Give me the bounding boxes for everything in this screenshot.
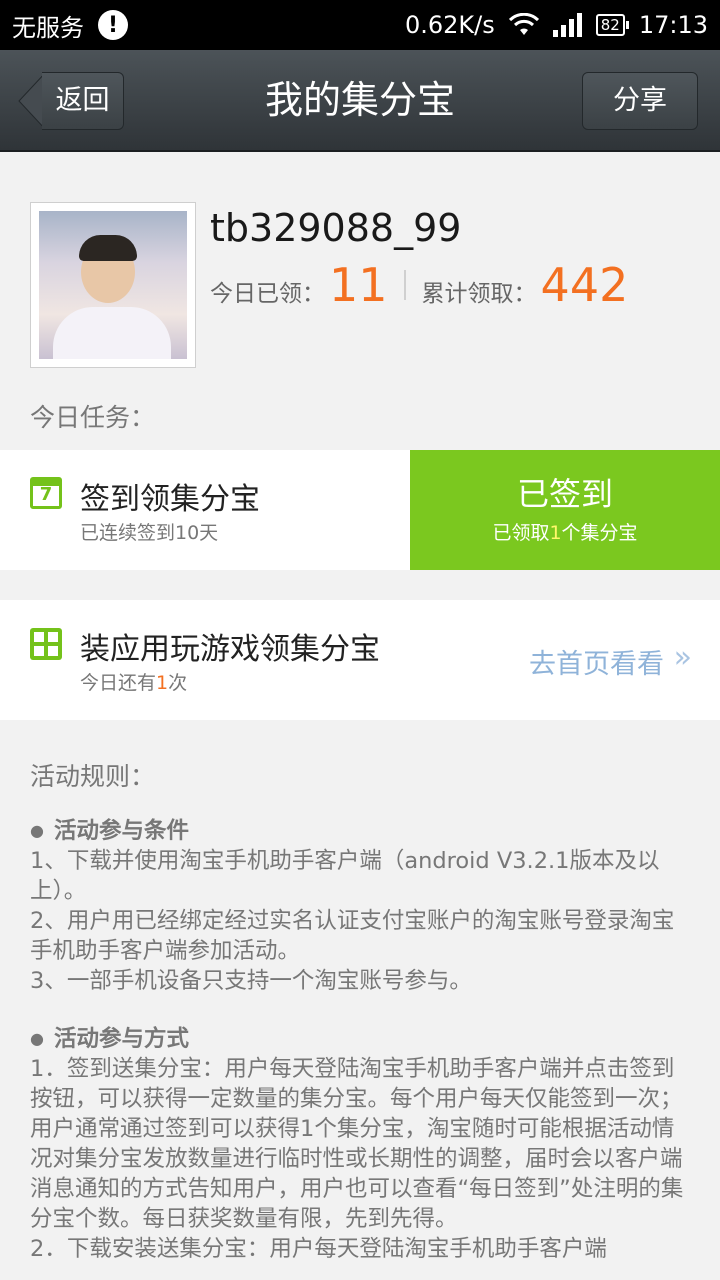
reward-count: 1 <box>549 522 562 544</box>
rules-title: 活动规则： <box>30 762 156 791</box>
signin-task-card: 7 签到领集分宝 已连续签到10天 已签到 已领取1个集分宝 <box>0 450 720 570</box>
apps-task-title: 装应用玩游戏领集分宝 <box>80 632 380 667</box>
share-button[interactable]: 分享 <box>582 72 698 130</box>
today-count: 11 <box>329 258 388 312</box>
signed-in-label: 已签到 <box>516 475 613 513</box>
nav-bar: 我的集分宝 返回 分享 <box>0 50 720 152</box>
rules-item: 1、下载并使用淘宝手机助手客户端（android V3.2.1版本及以上）。 <box>30 848 660 904</box>
total-label: 累计领取： <box>421 281 537 307</box>
rules-item: 3、一部手机设备只支持一个淘宝账号参与。 <box>30 968 472 994</box>
signin-task-title: 签到领集分宝 <box>80 482 260 517</box>
battery-icon: 82 <box>595 14 629 36</box>
carrier-label: 无服务 <box>12 13 84 42</box>
remaining-count: 1 <box>156 672 169 694</box>
battery-level: 82 <box>600 16 620 34</box>
total-count: 442 <box>540 258 629 312</box>
apps-grid-icon <box>30 628 62 660</box>
avatar-photo <box>39 211 187 359</box>
stats-divider <box>403 270 406 300</box>
calendar-icon: 7 <box>30 477 62 509</box>
wifi-icon <box>508 13 539 35</box>
alert-icon: ! <box>98 10 128 40</box>
calendar-icon-number: 7 <box>39 484 53 505</box>
signed-in-button[interactable]: 已签到 已领取1个集分宝 <box>410 450 720 570</box>
go-home-link[interactable]: 去首页看看 <box>529 642 664 681</box>
apps-task-subtitle: 今日还有1次 <box>80 672 188 694</box>
status-bar: 无服务 ! 0.62K/s 82 17:13 <box>0 0 720 50</box>
username: tb329088_99 <box>210 206 462 250</box>
signed-in-reward: 已领取1个集分宝 <box>492 522 638 544</box>
stats-row: 今日已领： 11 累计领取： 442 <box>210 258 628 312</box>
today-label: 今日已领： <box>210 281 325 307</box>
rules-section1-title: 活动参与条件 <box>30 816 694 846</box>
back-button[interactable]: 返回 <box>18 72 124 130</box>
rules-item: 2．下载安装送集分宝：用户每天登陆淘宝手机助手客户端 <box>30 1236 607 1262</box>
double-chevron-right-icon: » <box>673 640 692 675</box>
avatar[interactable] <box>30 202 196 368</box>
network-speed: 0.62K/s <box>404 11 495 39</box>
signin-task-subtitle: 已连续签到10天 <box>80 522 219 544</box>
signal-icon <box>552 13 582 37</box>
clock: 17:13 <box>638 11 708 39</box>
rules-item: 1．签到送集分宝：用户每天登陆淘宝手机助手客户端并点击签到按钮，可以获得一定数量… <box>30 1056 684 1232</box>
back-button-label: 返回 <box>42 72 124 130</box>
rules-section2-title: 活动参与方式 <box>30 1024 694 1054</box>
rules-section: 活动规则： 活动参与条件 1、下载并使用淘宝手机助手客户端（android V3… <box>30 762 694 1264</box>
apps-task-card[interactable]: 装应用玩游戏领集分宝 今日还有1次 去首页看看 » <box>0 600 720 720</box>
rules-item: 2、用户用已经绑定经过实名认证支付宝账户的淘宝账号登录淘宝手机助手客户端参加活动… <box>30 908 675 964</box>
tasks-heading: 今日任务： <box>30 403 156 432</box>
